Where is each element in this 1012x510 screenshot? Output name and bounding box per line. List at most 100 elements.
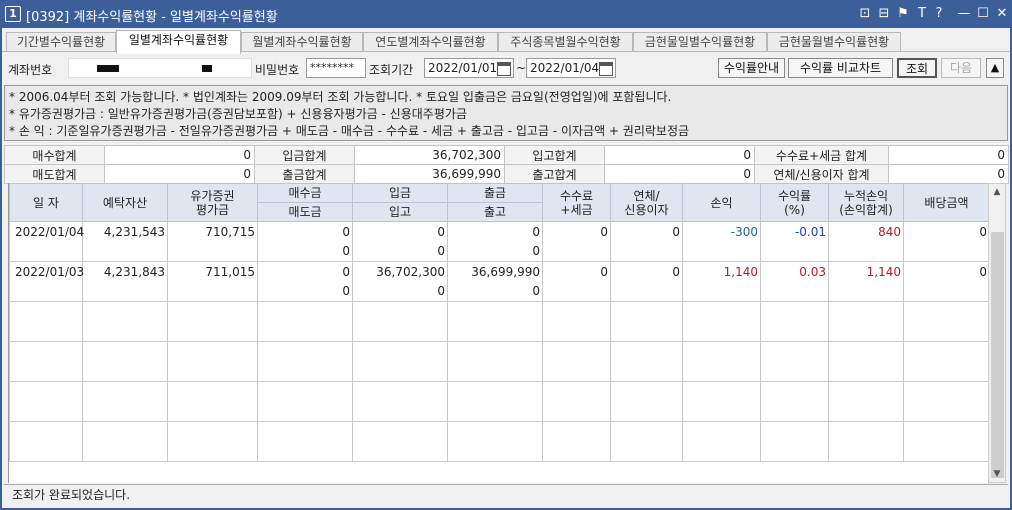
col-header-dividend[interactable]: 배당금액 [903,183,988,222]
password-field[interactable]: ******** [306,58,366,78]
query-button[interactable]: 조회 [897,58,937,78]
col-header-interest[interactable]: 연체/ 신용이자 [610,183,683,222]
window-title: [0392] 계좌수익률현황 - 일별계좌수익률현황 [26,10,278,25]
total-stock-in-label: 입고합계 [504,145,605,165]
daily-return-grid[interactable]: 일 자 예탁자산 유가증권 평가금 매수금 입금 출금 수수료 +세금 연체/ … [8,183,988,483]
window-body: 기간별수익률현황 일별계좌수익률현황 월별계좌수익률현황 연도별계좌수익률현황 … [2,28,1010,508]
account-label: 계좌번호 [8,63,53,77]
window-number-badge: 1 [5,6,21,22]
total-deposit-label: 입금합계 [254,145,355,165]
cell-sell: 0 [257,241,353,262]
scroll-up-arrow-icon[interactable]: ▲ [989,184,1005,200]
return-compare-chart-button[interactable]: 수익률 비교차트 [788,58,893,78]
table-row[interactable]: 2022/01/03 4,231,843 711,015 0 36,702,30… [9,261,988,282]
cell-buy: 0 [257,221,353,242]
col-header-date[interactable]: 일 자 [9,183,83,222]
pin-icon[interactable]: ⚑ [894,5,912,23]
total-stock-in-value: 0 [604,145,755,165]
calendar-icon[interactable] [497,62,511,76]
date-from-value: 2022/01/01 [428,61,498,75]
date-to-field[interactable]: 2022/01/04 [526,58,616,78]
total-fee-tax-label: 수수료+세금 합계 [754,145,889,165]
tab-gold-daily-return[interactable]: 금현물일별수익률현황 [633,32,767,52]
table-row[interactable]: 2022/01/04 4,231,543 710,715 0 0 0 0 0 -… [9,221,988,242]
cell-rate: -0.01 [760,221,829,242]
cell-interest: 0 [610,261,683,282]
collapse-panel-button[interactable]: ▲ [986,58,1004,78]
tab-daily-account-return[interactable]: 일별계좌수익률현황 [116,30,241,54]
table-row[interactable]: 0 0 0 [9,281,988,302]
empty-row [9,421,988,462]
cell-pnl: 1,140 [682,261,761,282]
masked-digits [97,65,119,72]
period-label: 조회기간 [369,63,414,77]
cell-cash-in: 36,702,300 [352,261,448,282]
cell-fee: 0 [542,221,611,242]
help-icon[interactable]: ? [930,5,948,23]
cell-cumulative: 1,140 [828,261,904,282]
notice-panel: * 2006.04부터 조회 가능합니다. * 법인계좌는 2009.09부터 … [4,85,1008,141]
col-header-return-rate[interactable]: 수익률 (%) [760,183,829,222]
col-header-stock-out[interactable]: 출고 [447,202,543,222]
cell-cumulative: 840 [828,221,904,242]
empty-row [9,341,988,382]
minimize-icon[interactable]: — [955,5,973,23]
title-bar[interactable]: 1 [0392] 계좌수익률현황 - 일별계좌수익률현황 ⊡ ⊟ ⚑ T ? —… [0,0,1012,28]
cell-deposit: 4,231,843 [82,261,168,282]
tab-gold-monthly-return[interactable]: 금현물월별수익률현황 [767,32,901,52]
cell-stock-in: 0 [352,241,448,262]
close-icon[interactable]: ✕ [993,5,1011,23]
layout-icon[interactable]: ⊟ [875,5,893,23]
tab-yearly-account-return[interactable]: 연도별계좌수익률현황 [363,32,498,52]
summary-row: 매수합계 0 입금합계 36,702,300 입고합계 0 수수료+세금 합계 … [4,145,1009,165]
date-to-value: 2022/01/04 [530,61,600,75]
col-header-securities-valuation[interactable]: 유가증권 평가금 [167,183,258,222]
col-header-cash-in[interactable]: 입금 [352,183,448,203]
total-sell-value: 0 [104,164,255,184]
scroll-down-arrow-icon[interactable]: ▼ [989,466,1005,482]
table-row[interactable]: 0 0 0 [9,241,988,262]
cell-interest: 0 [610,221,683,242]
return-guide-button[interactable]: 수익률안내 [718,58,785,78]
col-header-fee-tax[interactable]: 수수료 +세금 [542,183,611,222]
cell-dividend: 0 [903,221,988,242]
col-header-stock-in[interactable]: 입고 [352,202,448,222]
col-header-buy-amount[interactable]: 매수금 [257,183,353,203]
maximize-icon[interactable]: ☐ [974,5,992,23]
col-header-cash-out[interactable]: 출금 [447,183,543,203]
col-header-pnl[interactable]: 손익 [682,183,761,222]
total-fee-tax-value: 0 [888,145,1009,165]
tab-stock-monthly-return[interactable]: 주식종목별월수익현황 [498,32,633,52]
col-header-cumulative-pnl[interactable]: 누적손익 (손익합계) [828,183,904,222]
account-number-field[interactable] [68,58,252,78]
total-stock-out-label: 출고합계 [504,164,605,184]
next-button[interactable]: 다음 [941,58,981,78]
date-from-field[interactable]: 2022/01/01 [424,58,514,78]
password-label: 비밀번호 [255,63,300,77]
notice-line: * 유가증권평가금 : 일반유가증권평가금(증권담보포함) + 신용융자평가금 … [9,107,467,121]
cell-sell: 0 [257,281,353,302]
total-sell-label: 매도합계 [4,164,105,184]
tab-period-return[interactable]: 기간별수익률현황 [6,32,116,52]
cell-stock-out: 0 [447,281,543,302]
col-header-deposit-assets[interactable]: 예탁자산 [82,183,168,222]
app-window: 1 [0392] 계좌수익률현황 - 일별계좌수익률현황 ⊡ ⊟ ⚑ T ? —… [0,0,1012,510]
link-icon[interactable]: ⊡ [856,5,874,23]
status-bar: 조회가 완료되었습니다. [4,484,1008,506]
tab-monthly-account-return[interactable]: 월별계좌수익률현황 [241,32,363,52]
font-icon[interactable]: T [913,5,931,23]
total-deposit-value: 36,702,300 [354,145,505,165]
col-header-sell-amount[interactable]: 매도금 [257,202,353,222]
cell-stock-in: 0 [352,281,448,302]
total-withdraw-label: 출금합계 [254,164,355,184]
cell-fee: 0 [542,261,611,282]
cell-cash-out: 36,699,990 [447,261,543,282]
masked-digits [202,65,212,72]
cell-securities: 710,715 [167,221,258,242]
cell-cash-in: 0 [352,221,448,242]
scrollbar-thumb[interactable] [991,232,1004,478]
vertical-scrollbar[interactable]: ▲ ▼ [988,183,1006,483]
calendar-icon[interactable] [599,62,613,76]
query-toolbar: 계좌번호 비밀번호 ******** 조회기간 2022/01/01 ~ 202… [2,54,1010,82]
cell-securities: 711,015 [167,261,258,282]
